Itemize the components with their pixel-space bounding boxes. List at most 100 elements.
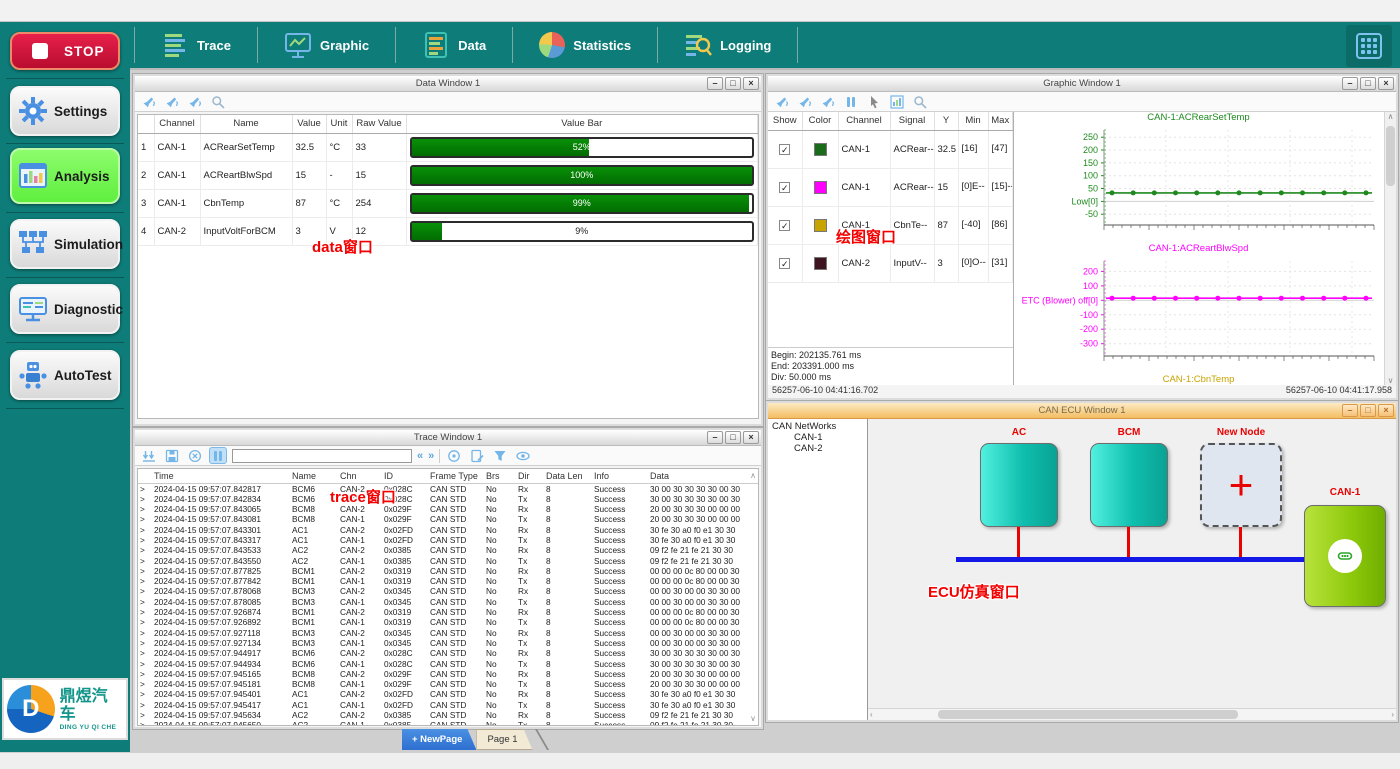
trace-row[interactable]: >2024-04-15 09:57:07.843533AC2CAN-20x038… [138,545,758,555]
scroll-down-icon[interactable]: ∨ [750,714,756,723]
expand-icon[interactable]: > [138,628,152,638]
scroll-up-icon[interactable]: ∧ [750,471,756,480]
expand-icon[interactable]: > [138,710,152,720]
expand-icon[interactable]: > [138,545,152,555]
col-dir[interactable]: Dir [516,469,544,483]
expand-icon[interactable]: > [138,483,152,494]
col-data[interactable]: Data [648,469,758,483]
filter-button[interactable] [491,447,509,464]
close-button[interactable]: × [743,77,759,90]
expand-icon[interactable]: > [138,607,152,617]
trace-row[interactable]: >2024-04-15 09:57:07.843081BCM8CAN-10x02… [138,514,758,524]
col-info[interactable]: Info [592,469,648,483]
trace-row[interactable]: >2024-04-15 09:57:07.945417AC1CAN-10x02F… [138,700,758,710]
minimize-button[interactable]: – [1342,77,1358,90]
close-button[interactable]: × [1378,404,1394,417]
col-show[interactable]: Show [768,112,802,130]
trace-row[interactable]: >2024-04-15 09:57:07.878085BCM3CAN-10x03… [138,597,758,607]
save-button[interactable] [163,447,181,464]
maximize-button[interactable]: □ [725,431,741,444]
sidebar-item-diagnostic[interactable]: Diagnostic [10,284,120,334]
table-row[interactable]: 1CAN-1ACRearSetTemp32.5°C3352% [138,133,758,161]
col-value-bar[interactable]: Value Bar [406,115,758,133]
expand-icon[interactable]: > [138,576,152,586]
expand-icon[interactable]: > [138,638,152,648]
col-max[interactable]: Max [988,112,1013,130]
layout-grid-button[interactable] [1346,25,1392,67]
ecu-node-bcm[interactable] [1090,443,1168,527]
scroll-lock-button[interactable] [140,447,158,464]
expand-icon[interactable]: > [138,494,152,504]
signal-row[interactable]: ✓CAN-2InputV--3[0]O-- Value[31] [768,244,1013,282]
table-row[interactable]: 4CAN-2InputVoltForBCM3V129% [138,217,758,245]
trace-row[interactable]: >2024-04-15 09:57:07.877825BCM1CAN-20x03… [138,566,758,576]
trace-window-titlebar[interactable]: Trace Window 1 –□× [135,430,761,446]
sidebar-item-settings[interactable]: Settings [10,86,120,136]
trace-row[interactable]: >2024-04-15 09:57:07.843550AC2CAN-10x038… [138,556,758,566]
expand-icon[interactable]: > [138,617,152,627]
expand-icon[interactable]: > [138,689,152,699]
toolbar-statistics-button[interactable]: Statistics [513,27,658,63]
clear-button[interactable] [186,447,204,464]
expand-icon[interactable]: > [138,586,152,596]
col-id[interactable]: ID [382,469,428,483]
expand-icon[interactable]: > [138,679,152,689]
expand-icon[interactable]: > [138,535,152,545]
toolbar-trace-button[interactable]: Trace [134,27,258,63]
trace-row[interactable]: >2024-04-15 09:57:07.926874BCM1CAN-20x03… [138,607,758,617]
show-checkbox[interactable]: ✓ [779,258,790,269]
trace-row[interactable]: >2024-04-15 09:57:07.945181BCM8CAN-10x02… [138,679,758,689]
trace-row[interactable]: >2024-04-15 09:57:07.843065BCM8CAN-20x02… [138,504,758,514]
color-swatch[interactable] [814,181,827,194]
scroll-left-icon[interactable]: ‹ [870,710,873,719]
col-value[interactable]: Value [292,115,326,133]
color-swatch[interactable] [814,257,827,270]
col-y[interactable]: Y [934,112,958,130]
tree-item-can-2[interactable]: CAN-2 [768,443,867,454]
minimize-button[interactable]: – [1342,404,1358,417]
expand-icon[interactable]: > [138,525,152,535]
col-min[interactable]: Min [958,112,988,130]
scroll-right-icon[interactable]: › [1391,710,1394,719]
chart-plot[interactable]: 200100ETC (Blower) off[0]-100-200-300 [1014,257,1383,374]
minimize-button[interactable]: – [707,77,723,90]
sidebar-item-autotest[interactable]: AutoTest [10,350,120,400]
find-previous-button[interactable]: « [417,450,423,462]
ecu-window-titlebar[interactable]: CAN ECU Window 1 –□× [768,403,1396,419]
trace-row[interactable]: >2024-04-15 09:57:07.945634AC2CAN-20x038… [138,710,758,720]
edit-button[interactable] [468,447,486,464]
chart-mode-button[interactable] [888,93,906,110]
sidebar-item-analysis[interactable]: Analysis [10,148,120,204]
trace-row[interactable]: >2024-04-15 09:57:07.878068BCM3CAN-20x03… [138,586,758,596]
minimize-button[interactable]: – [707,431,723,444]
trace-search-input[interactable] [232,449,412,463]
trace-row[interactable]: >2024-04-15 09:57:07.927134BCM3CAN-10x03… [138,638,758,648]
scrollbar-thumb[interactable] [938,710,1238,719]
trace-row[interactable]: >2024-04-15 09:57:07.843301AC1CAN-20x02F… [138,525,758,535]
table-row[interactable]: 2CAN-1ACReartBlwSpd15-15100% [138,161,758,189]
col-color[interactable]: Color [802,112,838,130]
color-swatch[interactable] [814,219,827,232]
trace-row[interactable]: >2024-04-15 09:57:07.843317AC1CAN-10x02F… [138,535,758,545]
col-time[interactable]: Time [152,469,290,483]
trace-row[interactable]: >2024-04-15 09:57:07.927118BCM3CAN-20x03… [138,628,758,638]
col-name[interactable]: Name [290,469,338,483]
toolbar-graphic-button[interactable]: Graphic [258,27,396,63]
signal-remove-button[interactable] [796,93,814,110]
maximize-button[interactable]: □ [1360,404,1376,417]
trace-row[interactable]: >2024-04-15 09:57:07.945401AC1CAN-20x02F… [138,689,758,699]
maximize-button[interactable]: □ [1360,77,1376,90]
signal-add-button[interactable] [773,93,791,110]
col-signal[interactable]: Signal [890,112,934,130]
col-channel[interactable]: Channel [154,115,200,133]
col-raw-value[interactable]: Raw Value [352,115,406,133]
trace-row[interactable]: >2024-04-15 09:57:07.944917BCM6CAN-20x02… [138,648,758,658]
show-checkbox[interactable]: ✓ [779,220,790,231]
col-unit[interactable]: Unit [326,115,352,133]
col-channel[interactable]: Channel [838,112,890,130]
expand-icon[interactable]: > [138,648,152,658]
signal-config-button[interactable] [186,93,204,110]
ecu-node-ac[interactable] [980,443,1058,527]
cursor-button[interactable] [865,93,883,110]
toolbar-data-button[interactable]: Data [396,27,513,63]
